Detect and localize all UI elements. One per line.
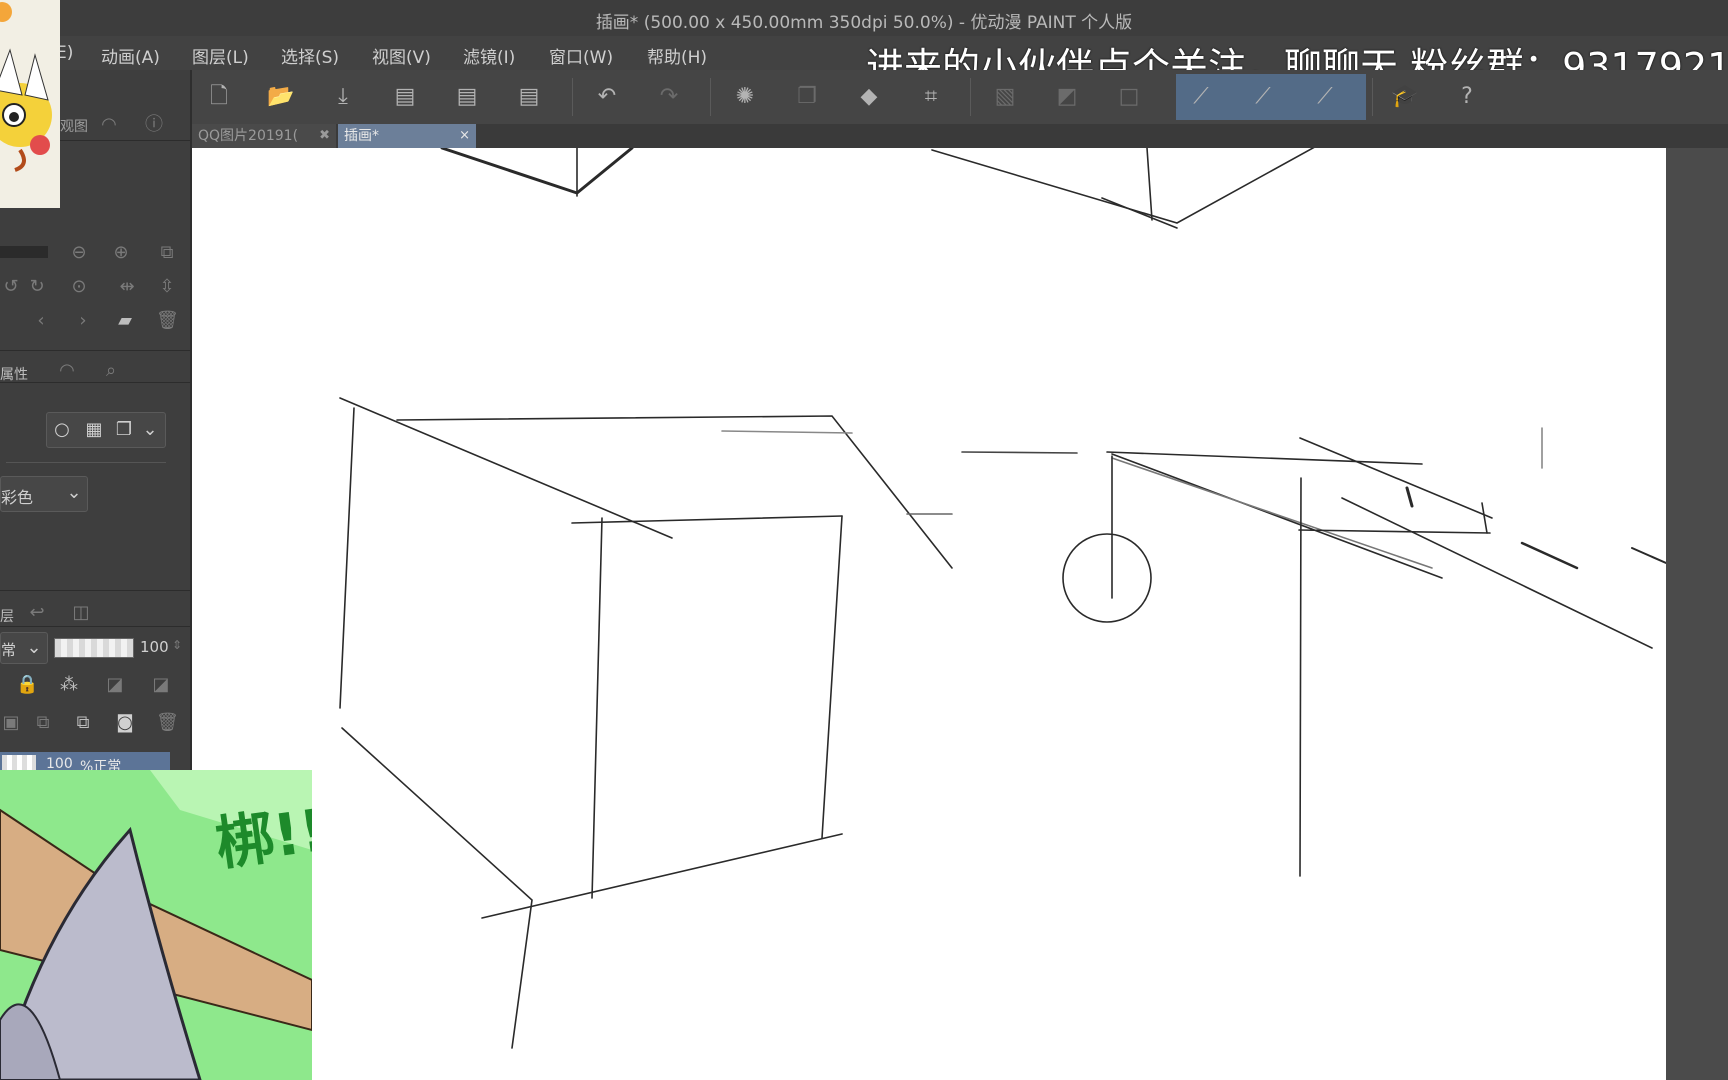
sketch-strokes bbox=[339, 148, 1666, 1049]
circle-icon: ○ bbox=[54, 419, 70, 440]
fit-icon[interactable]: ⧉ bbox=[156, 242, 178, 264]
right-panel-edge bbox=[1666, 148, 1728, 1080]
window-title: 插画* (500.00 x 450.00mm 350dpi 50.0%) - 优… bbox=[595, 13, 1133, 33]
menu-filter[interactable]: 滤镜(I) bbox=[463, 43, 515, 68]
rotate-icon[interactable]: ◠ bbox=[98, 114, 120, 136]
drawing-canvas[interactable] bbox=[192, 148, 1666, 1080]
document-tabs: QQ图片20191( ✖ 插画* × bbox=[190, 124, 1728, 148]
open-file-icon[interactable]: 📂 bbox=[266, 82, 296, 112]
color-mode-select[interactable]: 彩色 ⌄ bbox=[0, 476, 88, 512]
material-icon[interactable]: ◫ bbox=[70, 602, 92, 624]
flip-vertical-icon[interactable]: ⇳ bbox=[156, 276, 178, 298]
color-mode-value: 彩色 bbox=[1, 488, 34, 507]
opacity-value[interactable]: 100 bbox=[140, 638, 169, 656]
search-icon[interactable]: ⌕ bbox=[100, 360, 122, 382]
invert-icon[interactable]: ◩ bbox=[1052, 82, 1082, 112]
learn-icon[interactable]: 🎓 bbox=[1390, 82, 1420, 112]
new-file-icon[interactable]: 🗋 bbox=[204, 82, 234, 112]
blend-mode-select[interactable]: 常 ⌄ bbox=[0, 632, 48, 664]
opacity-slider[interactable] bbox=[54, 638, 134, 658]
reference-icon[interactable]: ◪ bbox=[104, 674, 126, 696]
tab-illustration[interactable]: 插画* × bbox=[338, 124, 476, 148]
undo-icon[interactable]: ↶ bbox=[592, 82, 622, 112]
flip-horizontal-icon[interactable]: ⇹ bbox=[116, 276, 138, 298]
rotate-right-icon[interactable]: ↻ bbox=[26, 276, 48, 298]
next-icon[interactable]: › bbox=[72, 310, 94, 332]
copy-icon[interactable]: ❐ bbox=[792, 82, 822, 112]
delete-layer-icon[interactable]: 🗑 bbox=[156, 712, 179, 734]
transform-icon[interactable]: ⌗ bbox=[916, 82, 946, 112]
comic-panel-image: 梆!! bbox=[0, 770, 312, 1080]
perspective-ruler-icon[interactable]: ⟋ bbox=[1310, 82, 1340, 112]
export-png-icon[interactable]: ▤ bbox=[452, 82, 482, 112]
close-icon[interactable]: ✖ bbox=[319, 124, 330, 148]
divider bbox=[0, 590, 190, 591]
chevron-down-icon: ⌄ bbox=[26, 637, 42, 658]
brush-shape-selector[interactable]: ○ ▦ ❐ ⌄ bbox=[46, 412, 166, 448]
menu-window[interactable]: 窗口(W) bbox=[549, 43, 613, 68]
new-layer-icon[interactable]: ▣ bbox=[0, 712, 22, 734]
zoom-in-icon[interactable]: ⊕ bbox=[110, 242, 132, 264]
tab-label: 插画* bbox=[344, 128, 379, 144]
folder-icon[interactable]: ▰ bbox=[114, 310, 136, 332]
lock-icon[interactable]: 🔒 bbox=[16, 674, 38, 696]
export-jpg-icon[interactable]: ▤ bbox=[390, 82, 420, 112]
menu-layer[interactable]: 图层(L) bbox=[192, 43, 249, 68]
tab-qq-image[interactable]: QQ图片20191( ✖ bbox=[192, 124, 336, 148]
tab-label: QQ图片20191( bbox=[198, 128, 299, 144]
stepper-icon[interactable]: ⇕ bbox=[166, 634, 188, 656]
menu-animation[interactable]: 动画(A) bbox=[101, 43, 160, 68]
layers-icon: ❐ bbox=[115, 419, 133, 440]
clip-icon[interactable]: ⁂ bbox=[58, 674, 80, 696]
zoom-slider[interactable] bbox=[0, 246, 48, 258]
trash-icon[interactable]: 🗑 bbox=[156, 310, 179, 332]
divider bbox=[0, 382, 190, 383]
draft-icon[interactable]: ◪ bbox=[150, 674, 172, 696]
menu-select[interactable]: 选择(S) bbox=[281, 43, 339, 68]
tab-tool-property[interactable]: 属性 bbox=[0, 364, 28, 384]
new-vector-layer-icon[interactable]: ⧉ bbox=[32, 712, 54, 734]
menu-view[interactable]: 视图(V) bbox=[372, 43, 431, 68]
checker-icon: ▦ bbox=[85, 419, 103, 440]
tab-navigator[interactable]: 观图 bbox=[60, 116, 88, 136]
blend-mode-value: 常 bbox=[1, 641, 17, 659]
cartoon-cat-icon bbox=[0, 2, 52, 172]
help-icon[interactable]: ? bbox=[1452, 82, 1482, 112]
info-icon[interactable]: ⓘ bbox=[143, 114, 165, 136]
deselect-icon[interactable]: ▧ bbox=[990, 82, 1020, 112]
duplicate-layer-icon[interactable]: ⧉ bbox=[72, 712, 94, 734]
menu-help[interactable]: 帮助(H) bbox=[647, 43, 707, 68]
sticker-image bbox=[0, 0, 60, 208]
toolbar-divider bbox=[710, 78, 711, 116]
tab-layer[interactable]: 层 bbox=[0, 606, 14, 626]
history-icon[interactable]: ↩ bbox=[26, 602, 48, 624]
export-psd-icon[interactable]: ▤ bbox=[514, 82, 544, 112]
crop-icon[interactable]: □ bbox=[1114, 82, 1144, 112]
comic-sound-effect: 梆!! bbox=[211, 795, 312, 879]
ruler-icon[interactable]: ⟋ bbox=[1186, 82, 1216, 112]
chevron-down-icon: ⌄ bbox=[66, 482, 82, 503]
save-icon[interactable]: ⤓ bbox=[328, 82, 358, 112]
reset-rotation-icon[interactable]: ⊙ bbox=[68, 276, 90, 298]
rotate-left-icon[interactable]: ↺ bbox=[0, 276, 22, 298]
toolbar-divider bbox=[572, 78, 573, 116]
mask-icon[interactable]: ◙ bbox=[114, 712, 136, 734]
ruler-snap-icon[interactable]: ⟋ bbox=[1248, 82, 1278, 112]
title-bar: 插画* (500.00 x 450.00mm 350dpi 50.0%) - 优… bbox=[0, 0, 1728, 36]
divider bbox=[0, 350, 190, 351]
chevron-down-icon: ⌄ bbox=[142, 419, 158, 440]
prev-icon[interactable]: ‹ bbox=[30, 310, 52, 332]
fill-icon[interactable]: ◆ bbox=[854, 82, 884, 112]
toolbar-divider bbox=[970, 78, 971, 116]
loading-spinner-icon[interactable]: ✺ bbox=[730, 82, 760, 112]
command-bar: 🗋 📂 ⤓ ▤ ▤ ▤ ↶ ↷ ✺ ❐ ◆ ⌗ ▧ ◩ □ ⟋ ⟋ ⟋ 🎓 ? bbox=[190, 70, 1728, 124]
redo-icon[interactable]: ↷ bbox=[654, 82, 684, 112]
sub-tool-icon[interactable]: ◠ bbox=[56, 360, 78, 382]
close-icon[interactable]: × bbox=[459, 124, 470, 148]
divider bbox=[6, 462, 166, 463]
toolbar-divider bbox=[1372, 78, 1373, 116]
divider bbox=[0, 626, 190, 627]
zoom-out-icon[interactable]: ⊖ bbox=[68, 242, 90, 264]
